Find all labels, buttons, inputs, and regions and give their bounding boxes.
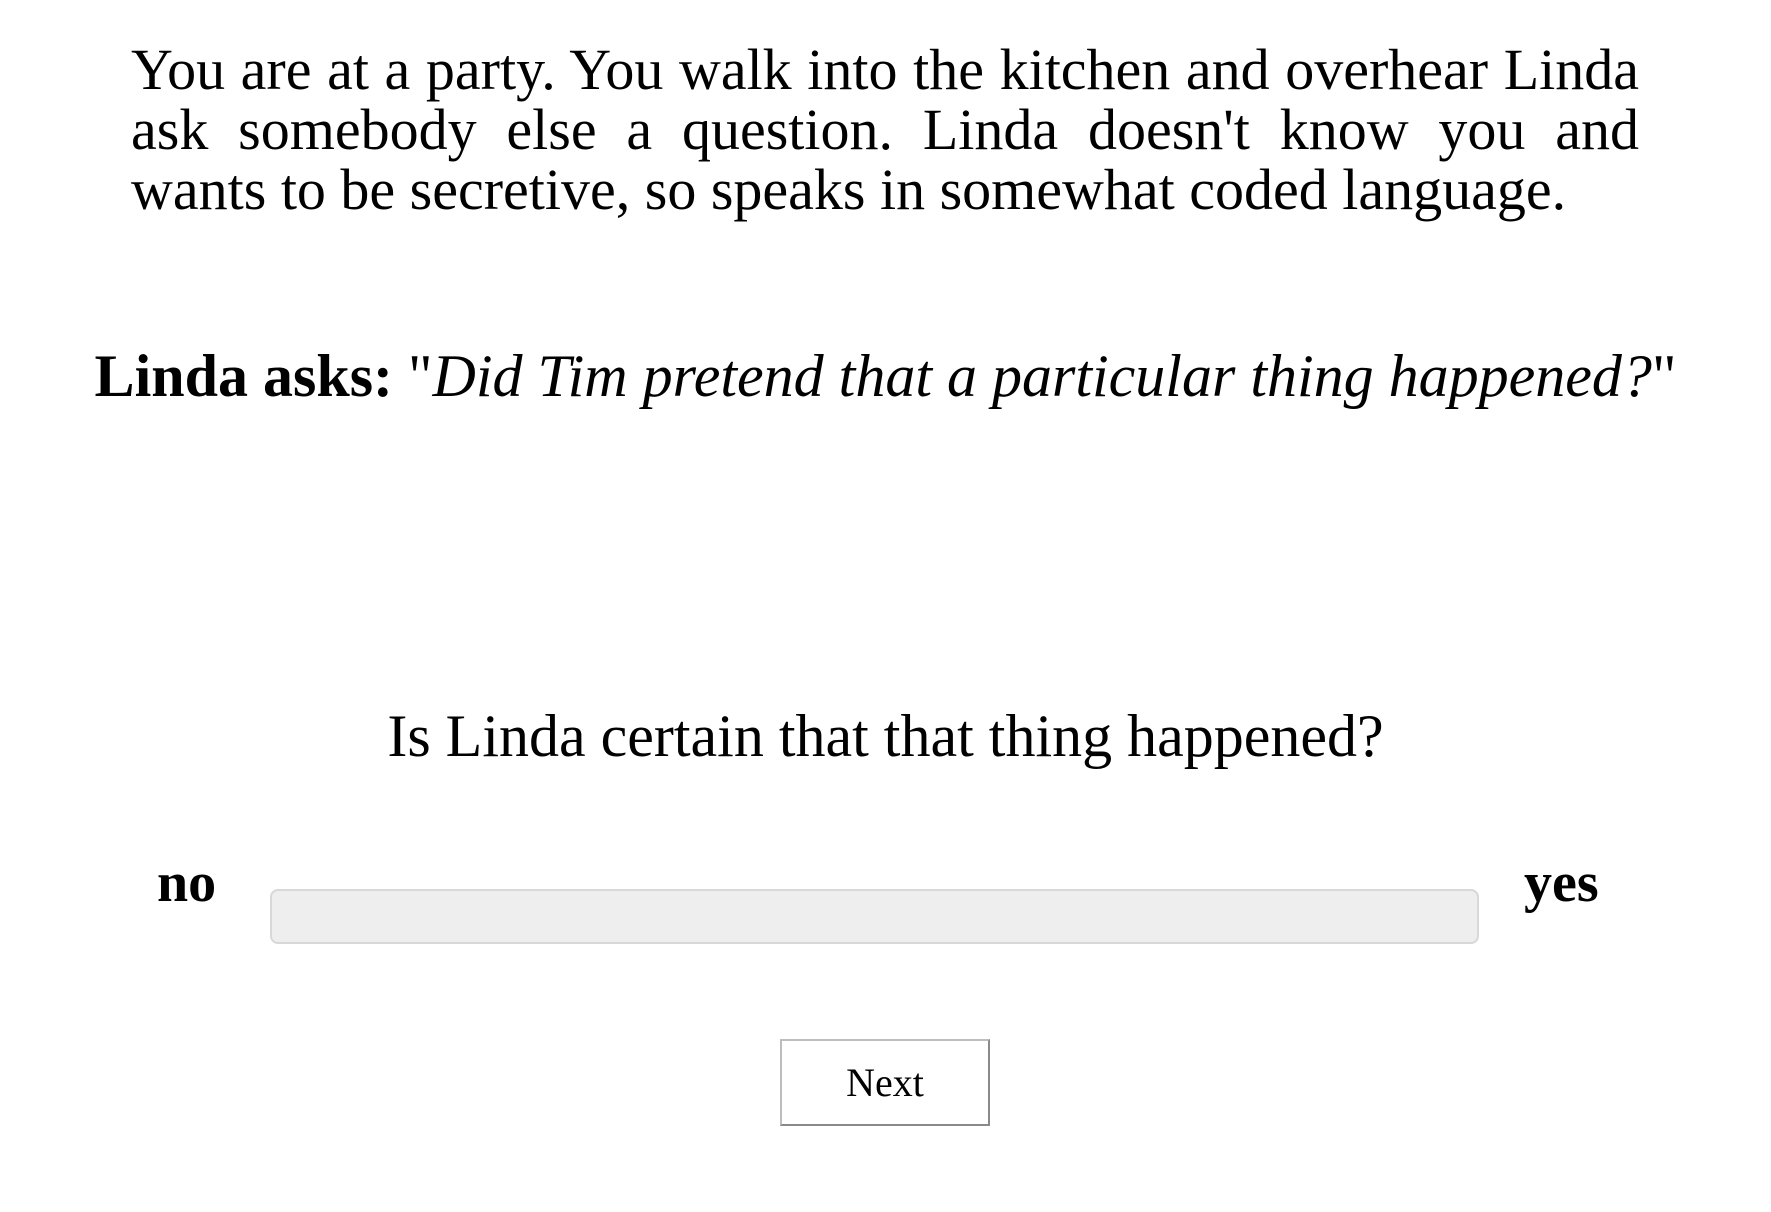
certainty-slider[interactable] [270, 889, 1479, 944]
next-button[interactable]: Next [780, 1039, 990, 1126]
certainty-question: Is Linda certain that that thing happene… [387, 703, 1384, 769]
quote-open: " [408, 343, 433, 409]
speaker-prompt: Linda asks: "Did Tim pretend that a part… [0, 340, 1771, 412]
slider-max-label: yes [1524, 852, 1599, 914]
context-paragraph: You are at a party. You walk into the ki… [131, 37, 1639, 222]
slider-min-label: no [157, 852, 217, 914]
quote-close: " [1651, 343, 1677, 409]
quoted-question: Did Tim pretend that a particular thing … [432, 343, 1652, 409]
speaker-label: Linda asks: [94, 343, 394, 409]
